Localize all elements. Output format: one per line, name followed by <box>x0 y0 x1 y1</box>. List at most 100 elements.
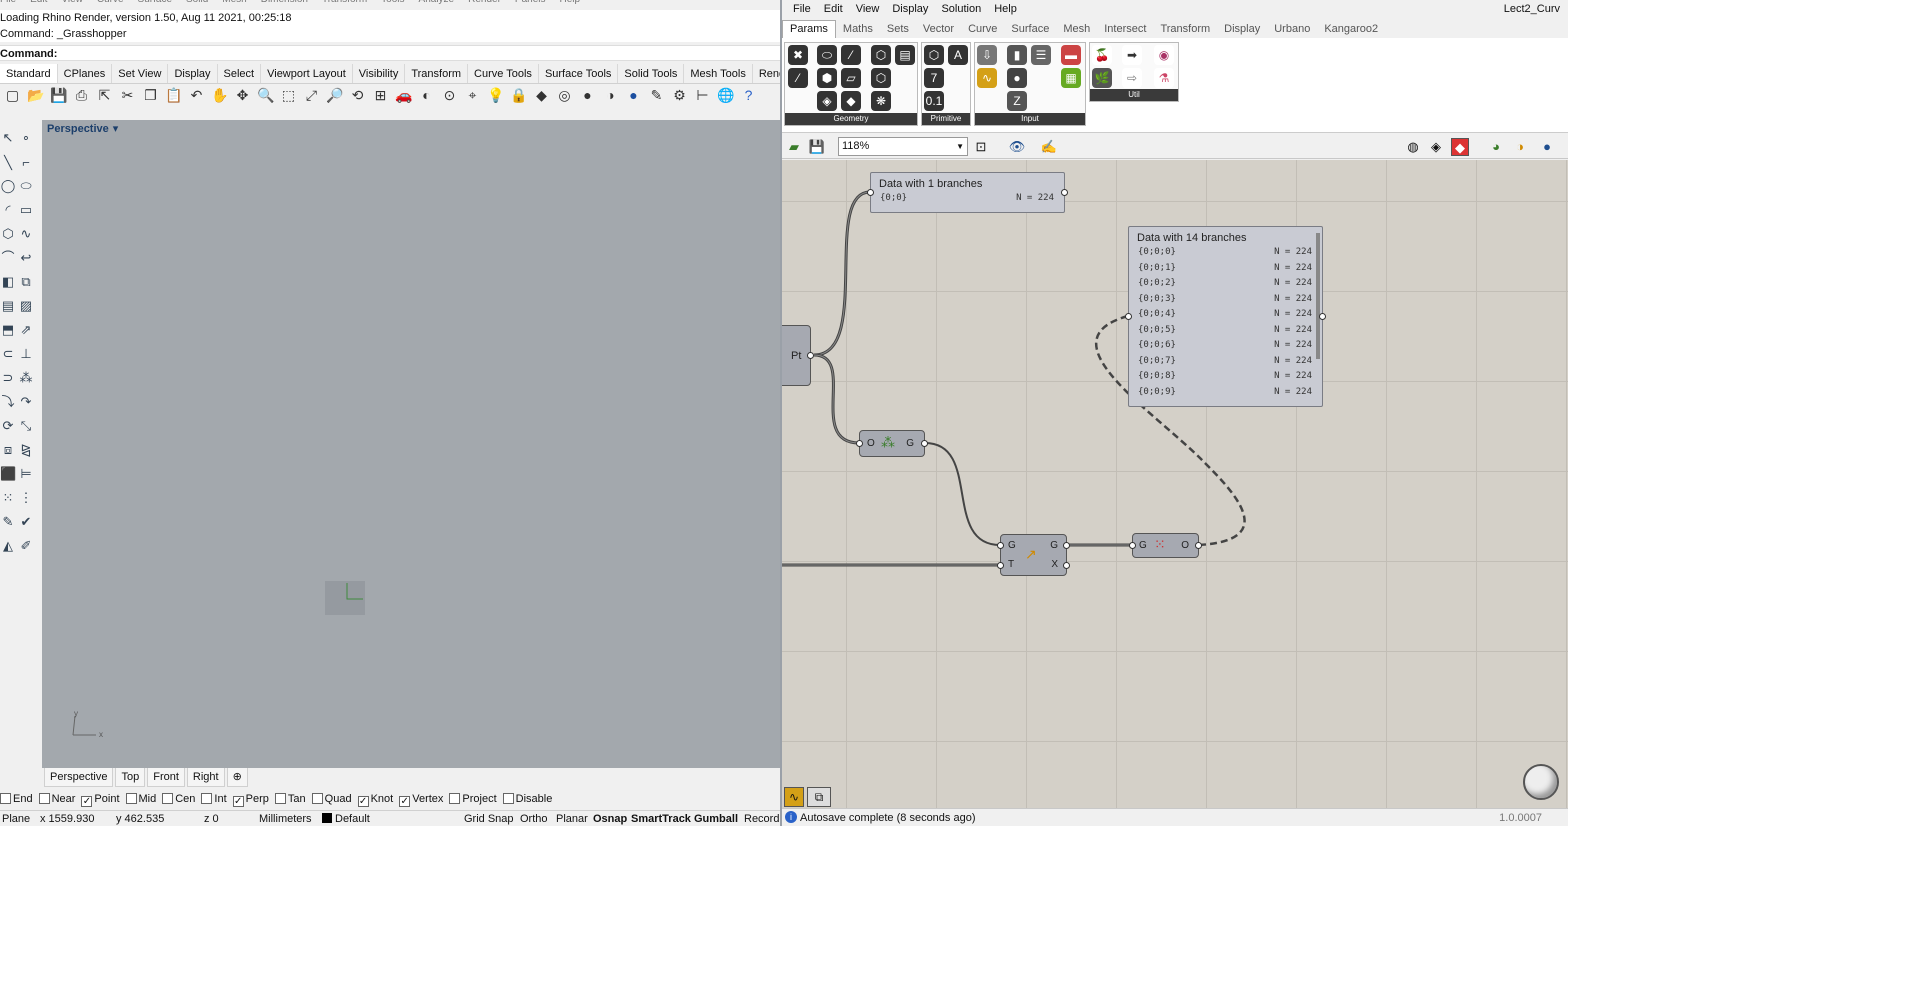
explode-icon[interactable]: ⁂ <box>18 370 34 386</box>
osnap-checkbox[interactable] <box>201 793 213 804</box>
grid-array-icon[interactable]: ⁙ <box>0 490 16 506</box>
osnap-checkbox[interactable] <box>502 793 514 804</box>
arc-icon[interactable]: ◜ <box>0 202 16 218</box>
toolbar-tab-standard[interactable]: Standard <box>0 64 58 83</box>
offset-icon[interactable]: ↩ <box>18 250 34 266</box>
paint-icon[interactable]: ✐ <box>18 538 34 554</box>
zoom-window-icon[interactable]: ⬚ <box>280 87 297 104</box>
ortho-toggle[interactable]: Ortho <box>520 811 548 826</box>
integer-param-icon[interactable]: 7 <box>924 68 944 88</box>
gh-tab-mesh[interactable]: Mesh <box>1056 21 1097 38</box>
lock-icon[interactable]: 🔒 <box>510 87 527 104</box>
osnap-checkbox[interactable] <box>449 793 461 804</box>
gh-tab-intersect[interactable]: Intersect <box>1097 21 1153 38</box>
ellipse-icon[interactable]: ⬭ <box>18 178 34 194</box>
gh-menu-edit[interactable]: Edit <box>824 3 843 15</box>
value-list-icon[interactable]: ☰ <box>1031 45 1051 65</box>
export-icon[interactable]: ⇱ <box>96 87 113 104</box>
check-icon[interactable]: ✎ <box>0 514 16 530</box>
canvas-widget-icon[interactable]: ∿ <box>784 787 804 807</box>
mesh-quality-icon[interactable]: ◕ <box>1487 138 1505 156</box>
paste-icon[interactable]: 📋 <box>165 87 182 104</box>
gumball-toggle[interactable]: Gumball <box>694 811 738 826</box>
osnap-tan[interactable]: Tan <box>274 793 306 805</box>
viewport-dropdown-icon[interactable]: ▾ <box>113 123 119 135</box>
vector-param-icon[interactable]: ◆ <box>841 91 861 111</box>
viewport-tab-right[interactable]: Right <box>186 768 225 787</box>
zoom-extents-icon[interactable]: ⊡ <box>972 138 990 156</box>
button-icon[interactable]: ▮ <box>1007 45 1027 65</box>
preview-selected-icon[interactable]: ◆ <box>1451 138 1469 156</box>
gh-menu-file[interactable]: File <box>793 3 811 15</box>
surface-icon[interactable]: ◧ <box>0 274 16 290</box>
point-icon[interactable]: ∘ <box>18 130 34 146</box>
rhino-menu-analyze[interactable]: Analyze <box>419 0 455 5</box>
box-param-icon[interactable]: ✖ <box>788 45 808 65</box>
viewport-tab-top[interactable]: Top <box>115 768 146 787</box>
colour-swatch-icon[interactable]: ● <box>1007 68 1027 88</box>
car-icon[interactable]: 🚗 <box>395 87 412 104</box>
sphere-shaded-icon[interactable]: ● <box>579 87 596 104</box>
data-panel-2[interactable]: Data with 14 branches {0;0;0} N = 224 {0;0… <box>1125 226 1326 407</box>
dimension-icon[interactable]: ⊢ <box>694 87 711 104</box>
data-input-icon[interactable]: ⇨ <box>1122 68 1142 88</box>
osnap-checkbox[interactable] <box>0 793 11 804</box>
rhino-menu-file[interactable]: File <box>0 0 16 5</box>
panel-1-input-grip[interactable] <box>867 189 874 196</box>
zoom-icon[interactable]: 🔍 <box>257 87 274 104</box>
globe-icon[interactable]: 🌐 <box>717 87 734 104</box>
osnap-checkbox[interactable] <box>162 793 174 804</box>
extrude-icon[interactable]: ⬒ <box>0 322 16 338</box>
gh-tab-surface[interactable]: Surface <box>1004 21 1056 38</box>
gh-tab-sets[interactable]: Sets <box>880 21 916 38</box>
gh-menu-help[interactable]: Help <box>994 3 1017 15</box>
osnap-end[interactable]: End <box>0 793 33 805</box>
geometry-cache-icon[interactable]: ▤ <box>895 45 915 65</box>
gh-menu-view[interactable]: View <box>856 3 880 15</box>
polygon-icon[interactable]: ⬡ <box>0 226 16 242</box>
gh-tab-vector[interactable]: Vector <box>916 21 961 38</box>
save-file-icon[interactable]: 💾 <box>808 138 826 156</box>
sketch-icon[interactable]: ✍ <box>1040 138 1058 156</box>
number-param-icon[interactable]: 0.1 <box>924 91 944 111</box>
group-output-grip[interactable] <box>921 440 928 447</box>
osnap-icon[interactable]: ⌖ <box>464 87 481 104</box>
gh-tab-transform[interactable]: Transform <box>1153 21 1217 38</box>
ungroup-output-grip[interactable] <box>1195 542 1202 549</box>
curve-icon[interactable]: ∿ <box>18 226 34 242</box>
osnap-checkbox[interactable]: ✓ <box>357 796 369 807</box>
move-icon[interactable]: ⇗ <box>18 322 34 338</box>
rhino-menu-render[interactable]: Render <box>468 0 501 5</box>
print-icon[interactable]: ⎙ <box>73 87 90 104</box>
osnap-near[interactable]: Near <box>38 793 75 805</box>
osnap-checkbox[interactable]: ✓ <box>399 796 411 807</box>
rectangle-icon[interactable]: ▭ <box>18 202 34 218</box>
boolean-toggle-icon[interactable]: ⇩ <box>977 45 997 65</box>
fillet-icon[interactable]: ⌒ <box>0 250 16 266</box>
gh-tab-kangaroo2[interactable]: Kangaroo2 <box>1317 21 1385 38</box>
osnap-checkbox[interactable]: ✓ <box>81 796 93 807</box>
open-file-icon[interactable]: ▰ <box>785 138 803 156</box>
render-icon[interactable]: ◭ <box>0 538 16 554</box>
gh-menu-solution[interactable]: Solution <box>941 3 981 15</box>
chevron-down-icon[interactable]: ▼ <box>956 138 964 155</box>
rhino-menu-help[interactable]: Help <box>560 0 581 5</box>
toolbar-tab-display[interactable]: Display <box>168 64 218 83</box>
rhino-menu-solid[interactable]: Solid <box>186 0 208 5</box>
smarttrack-toggle[interactable]: SmartTrack <box>631 811 691 826</box>
status-cplane[interactable]: Plane <box>2 811 30 826</box>
rhino-menu-curve[interactable]: Curve <box>97 0 124 5</box>
checkmark-icon[interactable]: ✔ <box>18 514 34 530</box>
circle-param-icon[interactable]: ⬭ <box>817 45 837 65</box>
osnap-checkbox[interactable] <box>311 793 323 804</box>
circle-icon[interactable]: ◯ <box>0 178 16 194</box>
rhino-menu-surface[interactable]: Surface <box>138 0 172 5</box>
toolbar-tab-visibility[interactable]: Visibility <box>353 64 406 83</box>
panel-1-output-grip[interactable] <box>1061 189 1068 196</box>
undo-icon[interactable]: ↶ <box>188 87 205 104</box>
osnap-disable[interactable]: Disable <box>502 793 552 805</box>
move-x-output-grip[interactable] <box>1063 562 1070 569</box>
twisted-box-param-icon[interactable]: ❋ <box>871 91 891 111</box>
rotate-icon[interactable]: ⟳ <box>0 418 16 434</box>
pt-output-grip[interactable] <box>807 352 814 359</box>
